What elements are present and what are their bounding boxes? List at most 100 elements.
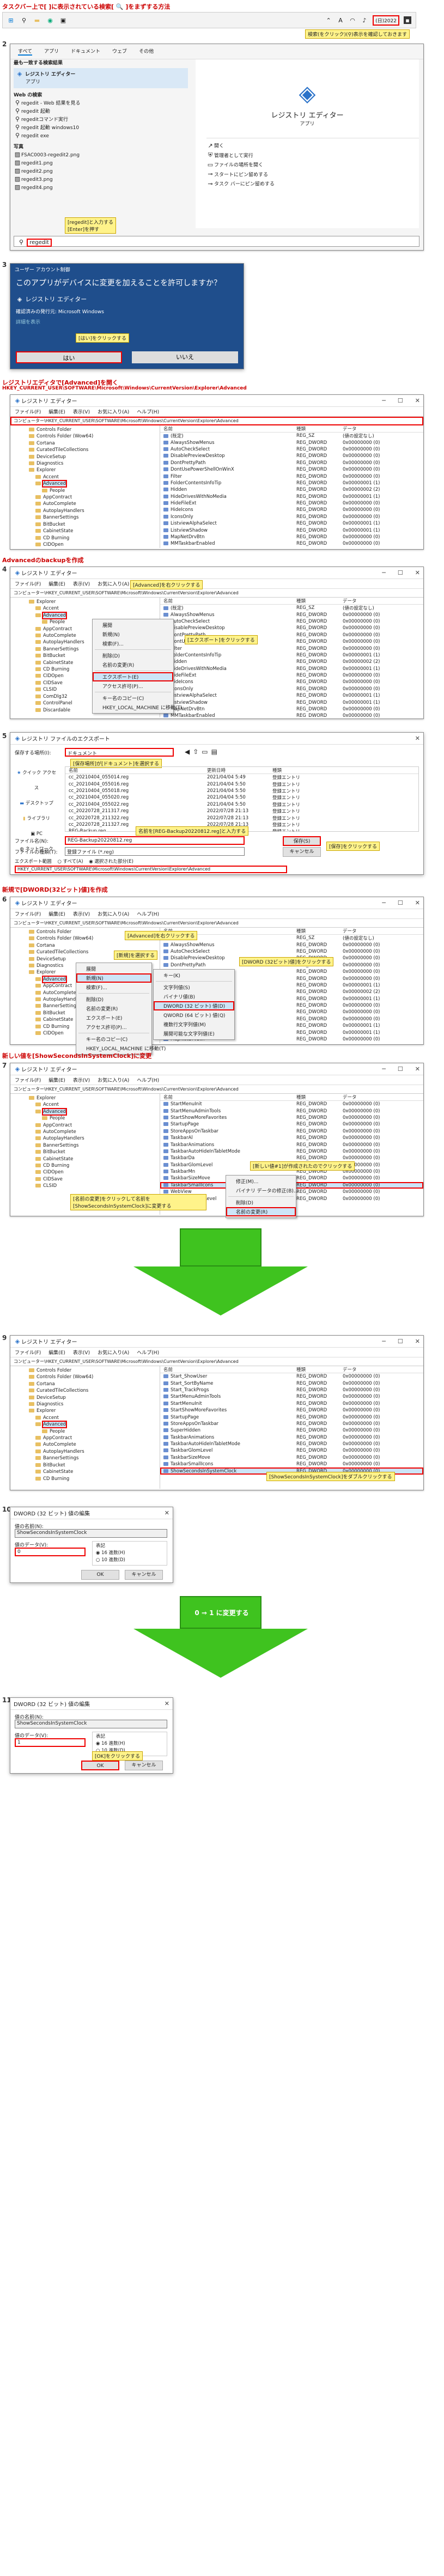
cancel-button[interactable]: キャンセル <box>125 1570 163 1580</box>
best-match-item[interactable]: ◈ レジストリ エディター アプリ <box>14 68 188 88</box>
maximize-icon[interactable]: ☐ <box>398 569 403 576</box>
menu-favorites[interactable]: お気に入り(A) <box>98 910 129 917</box>
tree-item[interactable]: Explorer <box>29 1408 160 1414</box>
ok-button[interactable]: OK <box>81 1761 119 1770</box>
value-row[interactable]: DontUsePowerShellOnWinXREG_DWORD 0x000000… <box>160 466 423 473</box>
uac-yes-button[interactable]: はい <box>16 351 122 363</box>
value-row[interactable]: IconsOnlyREG_DWORD 0x00000000 (0) <box>160 514 423 520</box>
tree-item[interactable]: AutoComplete <box>29 1129 160 1135</box>
menu-copy-key[interactable]: キー名のコピー(C) <box>93 693 173 703</box>
value-row[interactable]: FolderContentsInfoTipREG_DWORD 0x00000001… <box>160 480 423 486</box>
close-icon[interactable]: ✕ <box>415 569 420 576</box>
menu-file[interactable]: ファイル(F) <box>15 1349 41 1356</box>
tree-item[interactable]: BitBucket <box>29 1149 160 1155</box>
value-row[interactable]: MMTaskbarEnabledREG_DWORD 0x00000000 (0) <box>160 540 423 547</box>
menu-help[interactable]: ヘルプ(H) <box>137 910 159 917</box>
file-row[interactable]: cc_20220728_211317.reg 2022/07/28 21:13 登録… <box>65 808 418 814</box>
value-row[interactable]: TaskbarSizeMove REG_DWORD 0x00000000 (0) <box>160 1454 423 1461</box>
tree-item[interactable]: BitBucket <box>29 521 160 528</box>
tree-item[interactable]: Accent <box>29 474 160 480</box>
web-item[interactable]: ⚲ regedit 起動 <box>14 107 188 115</box>
radio-dec[interactable]: ○ 10 進数(D) <box>96 1557 163 1564</box>
value-row[interactable]: ListviewShadowREG_DWORD 0x00000001 (1) <box>160 527 423 533</box>
maximize-icon[interactable]: ☐ <box>398 899 403 906</box>
submenu-binary[interactable]: バイナリ値(B) <box>154 992 234 1001</box>
value-row[interactable]: AutoCheckSelect REG_DWORD 0x00000000 (0) <box>160 618 423 625</box>
menu-delete[interactable]: 削除(D) <box>93 651 173 660</box>
menu-rename[interactable]: 名前の変更(R) <box>76 1004 151 1013</box>
cancel-button[interactable]: キャンセル <box>283 847 321 857</box>
value-row[interactable]: ListviewAlphaSelectREG_DWORD 0x00000001 (… <box>160 692 423 699</box>
folder-icon[interactable]: ▬ <box>33 16 41 24</box>
menu-rename[interactable]: 名前の変更(R) <box>226 1207 296 1216</box>
web-item[interactable]: ⚲ regedit 起動 windows10 <box>14 124 188 132</box>
save-button[interactable]: 保存(S) <box>283 836 321 846</box>
photo-item[interactable]: ▨ regedit4.png <box>14 184 188 192</box>
menu-delete[interactable]: 削除(D) <box>76 995 151 1004</box>
uac-no-button[interactable]: いいえ <box>132 351 238 363</box>
menu-favorites[interactable]: お気に入り(A) <box>98 408 129 415</box>
action-pin-taskbar[interactable]: ⊸ タスク バーにピン留めする <box>206 180 419 190</box>
col-type[interactable]: 種類 <box>296 425 343 432</box>
search-icon[interactable]: ⚲ <box>20 16 28 24</box>
photo-item[interactable]: ▨ regedit1.png <box>14 159 188 167</box>
action-location[interactable]: ▭ ファイルの場所を開く <box>206 161 419 170</box>
menu-view[interactable]: 表示(V) <box>73 1349 90 1356</box>
col-name[interactable]: 名前 <box>65 767 207 774</box>
col-type[interactable]: 種類 <box>296 1094 343 1100</box>
value-name-field[interactable]: ShowSecondsInSystemClock <box>15 1720 167 1728</box>
tree-item[interactable]: Diagnostics <box>29 1401 160 1408</box>
value-row[interactable]: MMTaskbarEnabledREG_DWORD 0x00000000 (0) <box>160 712 423 717</box>
value-row[interactable]: TaskbarDa REG_DWORD 0x00000000 (0) <box>160 1155 423 1161</box>
tree-item[interactable]: CabinetState <box>29 1156 160 1162</box>
menu-file[interactable]: ファイル(F) <box>15 1076 41 1083</box>
value-row[interactable]: TaskbarAnimations REG_DWORD 0x00000000 (0) <box>160 1141 423 1148</box>
tree-item[interactable]: Cortana <box>29 440 160 447</box>
value-row[interactable]: AlwaysShowMenus REG_DWORD 0x00000000 (0) <box>160 941 423 948</box>
value-row[interactable]: FolderContentsInfoTipREG_DWORD 0x00000001… <box>160 652 423 659</box>
value-row[interactable]: MapNetDrvBtnREG_DWORD0x00000000 (0) <box>160 706 423 712</box>
value-row[interactable]: TaskbarAutoHideInTabletMode REG_DWORD 0x00… <box>160 1148 423 1155</box>
tab-apps[interactable]: アプリ <box>44 47 59 56</box>
value-row[interactable]: IconsOnlyREG_DWORD 0x00000000 (0) <box>160 686 423 692</box>
branch-path[interactable]: HKEY_CURRENT_USER\SOFTWARE\Microsoft\Win… <box>15 866 287 873</box>
value-row[interactable]: HideFileExtREG_DWORD 0x00000000 (0) <box>160 500 423 507</box>
menu-rename[interactable]: 名前の変更(R) <box>93 660 173 669</box>
menu-view[interactable]: 表示(V) <box>73 1076 90 1083</box>
menu-permissions[interactable]: アクセス許可(P)... <box>76 1022 151 1032</box>
menu-edit[interactable]: 編集(E) <box>48 1349 65 1356</box>
radio-hex[interactable]: ◉ 16 進数(H) <box>96 1550 163 1557</box>
menu-edit[interactable]: 編集(E) <box>48 580 65 587</box>
col-type[interactable]: 種類 <box>296 928 343 934</box>
address-bar[interactable]: コンピューター\HKEY_CURRENT_USER\SOFTWARE\Micro… <box>10 1357 423 1366</box>
menu-permissions[interactable]: アクセス許可(P)... <box>93 681 173 691</box>
value-row[interactable]: StoreAppsOnTaskbar REG_DWORD 0x00000000 (0… <box>160 1128 423 1135</box>
back-icon[interactable]: ◀ <box>185 748 190 756</box>
tab-all[interactable]: すべて <box>18 47 33 56</box>
menu-export[interactable]: エクスポート(E) <box>93 672 173 681</box>
value-name-field[interactable]: ShowSecondsInSystemClock <box>15 1529 167 1538</box>
tree-item[interactable]: BitBucket <box>29 1462 160 1469</box>
menu-export[interactable]: エクスポート(E) <box>76 1013 151 1022</box>
menu-find[interactable]: 検索(F)... <box>76 983 151 992</box>
col-name[interactable]: 名前 <box>160 425 296 432</box>
close-icon[interactable]: ✕ <box>415 397 420 404</box>
new-folder-icon[interactable]: ▭ <box>202 748 208 756</box>
tree-item[interactable]: Controls Folder (Wow64) <box>29 433 160 440</box>
tree-item-advanced[interactable]: Advanced <box>29 480 160 488</box>
menu-modify[interactable]: 修正(M)... <box>226 1177 296 1186</box>
menu-favorites[interactable]: お気に入り(A) <box>98 1349 129 1356</box>
address-bar[interactable]: コンピューター\HKEY_CURRENT_USER\SOFTWARE\Micro… <box>10 1085 423 1094</box>
action-admin[interactable]: ⛨ 管理者として実行 <box>206 151 419 161</box>
tree-item[interactable]: CabinetState <box>29 528 160 534</box>
menu-goto-hklm[interactable]: HKEY_LOCAL_MACHINE に移動(T) <box>93 703 182 712</box>
wifi-icon[interactable]: ◠ <box>349 16 356 24</box>
value-row[interactable]: StartShowMoreFavorites REG_DWORD 0x0000000… <box>160 1407 423 1414</box>
save-in-select[interactable]: ドキュメント <box>65 748 174 757</box>
value-row[interactable]: HideIconsREG_DWORD 0x00000000 (0) <box>160 507 423 513</box>
tab-web[interactable]: ウェブ <box>112 47 127 56</box>
tree-item[interactable]: Cortana <box>29 942 160 949</box>
submenu-expand-string[interactable]: 展開可能な文字列値(E) <box>154 1029 234 1038</box>
radio-hex[interactable]: ◉ 16 進数(H) <box>96 1740 163 1747</box>
value-row[interactable]: HideDrivesWithNoMediaREG_DWORD 0x00000001… <box>160 666 423 672</box>
